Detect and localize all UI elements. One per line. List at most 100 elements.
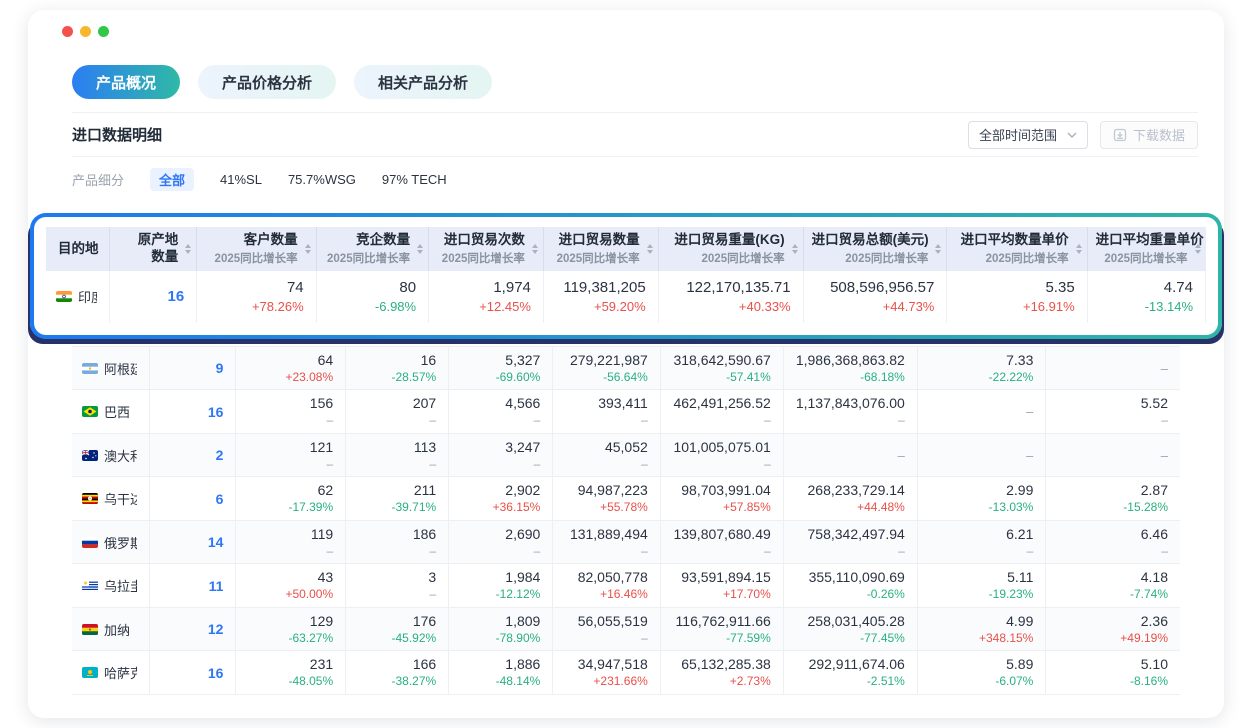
sort-icon[interactable] xyxy=(1195,244,1201,254)
tab-1[interactable]: 产品概况 xyxy=(72,65,180,99)
column-header-7[interactable]: 进口贸易重量(KG)2025同比增长率 xyxy=(658,227,803,271)
origin-count-value[interactable]: 12 xyxy=(158,621,223,637)
growth-value: -12.12% xyxy=(457,587,540,603)
table-row[interactable]: 印度1674+78.26%80-6.98%1,974+12.45%119,381… xyxy=(46,271,1206,323)
metric-cell: 94,987,223+55.78% xyxy=(553,477,660,520)
growth-value: -13.03% xyxy=(926,500,1034,516)
download-label: 下载数据 xyxy=(1133,125,1185,144)
metric-value[interactable]: 2,902 xyxy=(457,481,540,500)
column-subtitle: 2025同比增长率 xyxy=(812,250,929,266)
filter-option-4[interactable]: 97% TECH xyxy=(382,172,447,187)
column-header-2[interactable]: 原产地数量 xyxy=(110,227,197,271)
sort-icon[interactable] xyxy=(647,244,653,254)
metric-cell: 4,566– xyxy=(449,390,553,433)
tab-2[interactable]: 产品价格分析 xyxy=(198,65,336,99)
download-button[interactable]: 下载数据 xyxy=(1100,121,1198,149)
table-row[interactable]: 哈萨克斯坦16231-48.05%166-38.27%1,886-48.14%3… xyxy=(72,651,1180,694)
sort-icon[interactable] xyxy=(792,244,798,254)
metric-value[interactable]: 1,886 xyxy=(457,655,540,674)
data-table: 阿根廷964+23.08%16-28.57%5,327-69.60%279,22… xyxy=(72,347,1180,695)
sort-icon[interactable] xyxy=(305,244,311,254)
origin-count-value[interactable]: 11 xyxy=(158,578,223,594)
metric-value[interactable]: 1,809 xyxy=(457,612,540,631)
metric-value: 355,110,090.69 xyxy=(792,568,905,587)
metric-cell: 101,005,075.01– xyxy=(660,433,783,476)
metric-value: 119,381,205 xyxy=(552,278,646,298)
table-row[interactable]: 加纳12129-63.27%176-45.92%1,809-78.90%56,0… xyxy=(72,607,1180,650)
column-header-3[interactable]: 客户数量2025同比增长率 xyxy=(197,227,316,271)
metric-cell: 64+23.08% xyxy=(236,347,346,390)
metric-value[interactable]: 4,566 xyxy=(457,394,540,413)
metric-cell: 98,703,991.04+57.85% xyxy=(660,477,783,520)
origin-count-value[interactable]: 14 xyxy=(158,534,223,550)
table-row[interactable]: 乌干达662-17.39%211-39.71%2,902+36.15%94,98… xyxy=(72,477,1180,520)
column-header-10[interactable]: 进口平均重量单价2025同比增长率 xyxy=(1087,227,1205,271)
metric-value[interactable]: 2,690 xyxy=(457,525,540,544)
metric-value: 129 xyxy=(244,612,333,631)
metric-value: 122,170,135.71 xyxy=(667,278,791,298)
column-header-9[interactable]: 进口平均数量单价2025同比增长率 xyxy=(947,227,1087,271)
filter-option-2[interactable]: 41%SL xyxy=(220,172,262,187)
growth-value: +44.73% xyxy=(812,299,935,316)
column-header-5[interactable]: 进口贸易次数2025同比增长率 xyxy=(429,227,544,271)
time-range-select[interactable]: 全部时间范围 xyxy=(968,121,1088,149)
column-title: 进口贸易数量 xyxy=(552,232,640,249)
column-header-8[interactable]: 进口贸易总额(美元)2025同比增长率 xyxy=(803,227,947,271)
metric-value[interactable]: 1,974 xyxy=(437,278,531,298)
country-name: 巴西 xyxy=(80,402,137,421)
sort-icon[interactable] xyxy=(935,244,941,254)
metric-cell: 4.74-13.14% xyxy=(1087,271,1205,323)
sort-icon[interactable] xyxy=(1076,244,1082,254)
metric-value: 4.74 xyxy=(1096,278,1193,298)
growth-value: -8.16% xyxy=(1054,674,1168,690)
growth-value: -48.14% xyxy=(457,674,540,690)
metric-value: 6.21 xyxy=(926,525,1034,544)
table-row[interactable]: 阿根廷964+23.08%16-28.57%5,327-69.60%279,22… xyxy=(72,347,1180,390)
column-header-4[interactable]: 竞企数量2025同比增长率 xyxy=(316,227,428,271)
minimize-window-dot[interactable] xyxy=(80,26,91,37)
metric-cell: 129-63.27% xyxy=(236,607,346,650)
sort-icon[interactable] xyxy=(417,244,423,254)
table-row[interactable]: 俄罗斯14119–186–2,690–131,889,494–139,807,6… xyxy=(72,520,1180,563)
metric-value[interactable]: 5,327 xyxy=(457,351,540,370)
metric-value[interactable]: 3,247 xyxy=(457,438,540,457)
growth-value: -6.98% xyxy=(325,299,416,316)
origin-count-value[interactable]: 16 xyxy=(158,665,223,681)
column-header-6[interactable]: 进口贸易数量2025同比增长率 xyxy=(543,227,658,271)
metric-value: 5.89 xyxy=(926,655,1034,674)
growth-value: +44.48% xyxy=(792,500,905,516)
table-row[interactable]: 乌拉圭1143+50.00%3–1,984-12.12%82,050,778+1… xyxy=(72,564,1180,607)
growth-value: – xyxy=(1054,544,1168,560)
origin-count-value[interactable]: 6 xyxy=(158,491,223,507)
metric-value: 462,491,256.52 xyxy=(669,394,771,413)
sort-icon[interactable] xyxy=(185,244,191,254)
origin-count-value[interactable]: 16 xyxy=(118,288,184,305)
metric-value: 16 xyxy=(354,351,436,370)
app-window: 产品概况产品价格分析相关产品分析 进口数据明细 全部时间范围 下载数据 产品细分… xyxy=(28,10,1224,718)
origin-count-cell: 12 xyxy=(150,607,236,650)
origin-count-value[interactable]: 2 xyxy=(158,447,223,463)
table-row[interactable]: 巴西16156–207–4,566–393,411–462,491,256.52… xyxy=(72,390,1180,433)
metric-cell: 2.36+49.19% xyxy=(1046,607,1180,650)
growth-value: -45.92% xyxy=(354,631,436,647)
growth-value: +78.26% xyxy=(205,299,303,316)
growth-value: -2.51% xyxy=(792,674,905,690)
column-title: 目的地 xyxy=(58,241,91,258)
sort-icon[interactable] xyxy=(532,244,538,254)
country-label: 巴西 xyxy=(104,402,130,421)
origin-count-value[interactable]: 9 xyxy=(158,360,223,376)
filter-option-3[interactable]: 75.7%WSG xyxy=(288,172,356,187)
growth-value: -56.64% xyxy=(561,370,647,386)
metric-value[interactable]: 1,984 xyxy=(457,568,540,587)
filter-option-1[interactable]: 全部 xyxy=(150,168,194,191)
zoom-window-dot[interactable] xyxy=(98,26,109,37)
growth-value: -0.26% xyxy=(792,587,905,603)
table-row[interactable]: 澳大利亚2121–113–3,247–45,052–101,005,075.01… xyxy=(72,433,1180,476)
close-window-dot[interactable] xyxy=(62,26,73,37)
origin-count-cell: 11 xyxy=(150,564,236,607)
origin-count-value[interactable]: 16 xyxy=(158,404,223,420)
tab-3[interactable]: 相关产品分析 xyxy=(354,65,492,99)
flag-kazakhstan-icon xyxy=(82,667,98,678)
destination-cell: 哈萨克斯坦 xyxy=(72,651,150,694)
flag-india-icon xyxy=(56,291,72,302)
